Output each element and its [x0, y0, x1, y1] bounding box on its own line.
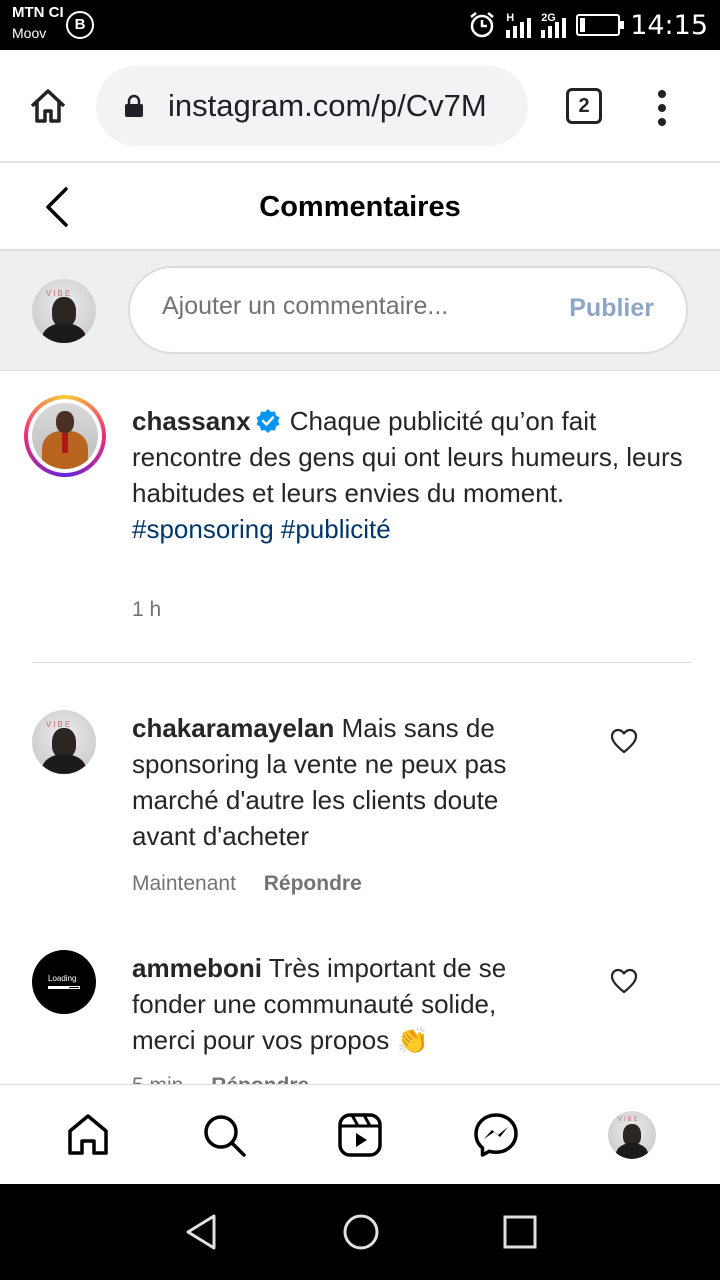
- nav-profile[interactable]: VIBE: [608, 1111, 656, 1159]
- profile-avatar: VIBE: [608, 1111, 656, 1159]
- search-icon: [204, 1115, 246, 1157]
- status-bar: MTN CI Moov B H 2G 14:15: [0, 0, 720, 50]
- signal-icon-2: 2G: [541, 12, 567, 38]
- comment-input[interactable]: [162, 292, 542, 321]
- carrier-secondary: Moov: [12, 25, 47, 41]
- publish-button[interactable]: Publier: [569, 294, 654, 323]
- status-indicators: H 2G 14:15: [468, 0, 708, 50]
- back-triangle-icon[interactable]: [182, 1212, 222, 1252]
- battery-icon: [576, 14, 625, 36]
- recents-square-icon[interactable]: [500, 1212, 540, 1252]
- post-caption: chassanx Chaque publicité qu’on fait ren…: [132, 403, 692, 547]
- browser-menu-icon[interactable]: [650, 86, 674, 126]
- avatar-logo-mark: VIBE: [618, 1117, 640, 1123]
- lock-icon: [125, 94, 143, 117]
- nav-messenger[interactable]: [472, 1111, 520, 1159]
- verified-badge-icon: [256, 409, 280, 433]
- home-circle-icon[interactable]: [341, 1212, 381, 1252]
- comment-body: chakaramayelan Mais sans de sponsoring l…: [132, 710, 552, 854]
- page-title: Commentaires: [259, 191, 461, 223]
- browser-toolbar: instagram.com/p/Cv7M 2: [0, 50, 720, 163]
- b-badge-icon: B: [66, 11, 94, 39]
- comment-username[interactable]: ammeboni: [132, 953, 262, 983]
- carrier-info: MTN CI Moov: [12, 3, 64, 43]
- divider: [32, 662, 692, 663]
- bottom-navigation: VIBE: [0, 1084, 720, 1184]
- reply-button[interactable]: Répondre: [264, 872, 362, 895]
- messenger-icon: [474, 1113, 518, 1157]
- post-owner-avatar[interactable]: [24, 395, 106, 477]
- browser-home-icon[interactable]: [28, 86, 68, 126]
- heart-icon[interactable]: [610, 968, 638, 994]
- carrier-primary: MTN CI: [12, 4, 64, 21]
- comment-username[interactable]: chakaramayelan: [132, 713, 334, 743]
- heart-icon[interactable]: [610, 728, 638, 754]
- network-type-1: H: [506, 12, 515, 24]
- comment-timestamp: Maintenant: [132, 872, 236, 895]
- hashtag-link[interactable]: #sponsoring: [132, 514, 274, 544]
- comment-box: Publier: [128, 266, 688, 354]
- nav-reels[interactable]: [336, 1111, 384, 1159]
- comment-meta: Maintenant Répondre: [132, 872, 362, 896]
- home-icon: [68, 1114, 108, 1155]
- owner-photo: [32, 403, 98, 469]
- nav-home[interactable]: [64, 1111, 112, 1159]
- clock: 14:15: [630, 9, 708, 41]
- hashtag-link[interactable]: #publicité: [281, 514, 391, 544]
- signal-icon-1: H: [506, 12, 532, 38]
- avatar-loading-text: Loading: [48, 974, 77, 983]
- comment-composer: VIBE Publier: [0, 251, 720, 371]
- commenter-avatar[interactable]: VIBE: [32, 710, 96, 774]
- alarm-icon: [470, 12, 494, 38]
- post-timestamp: 1 h: [132, 598, 162, 621]
- nav-search[interactable]: [200, 1111, 248, 1159]
- clapping-hands-emoji: 👏: [396, 1026, 429, 1056]
- commenter-avatar[interactable]: Loading: [32, 950, 96, 1014]
- reels-icon: [338, 1113, 382, 1157]
- url-text: instagram.com/p/Cv7M: [168, 88, 487, 123]
- comment-body: ammeboni Très important de se fonder une…: [132, 950, 552, 1059]
- post-username[interactable]: chassanx: [132, 406, 251, 436]
- tab-switcher-button[interactable]: 2: [566, 88, 602, 124]
- network-type-2: 2G: [541, 12, 556, 24]
- address-bar[interactable]: instagram.com/p/Cv7M: [96, 66, 528, 146]
- comments-header: Commentaires: [0, 163, 720, 251]
- current-user-avatar[interactable]: VIBE: [32, 279, 96, 343]
- system-navigation-bar: [0, 1184, 720, 1280]
